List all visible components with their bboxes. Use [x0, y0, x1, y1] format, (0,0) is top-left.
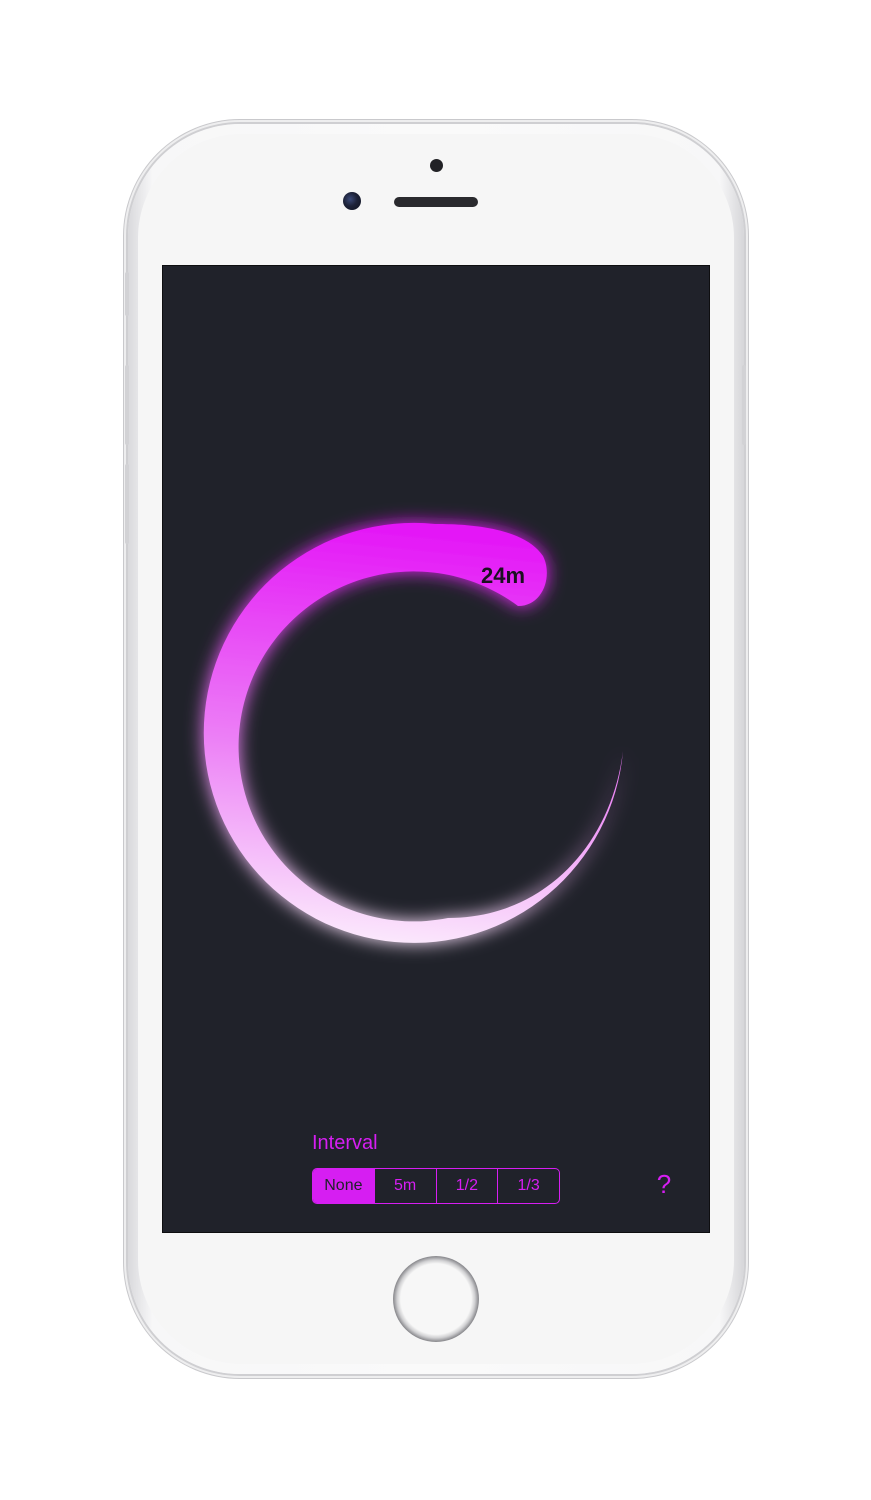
home-button[interactable] [393, 1256, 479, 1342]
timer-remaining-label: 24m [480, 563, 526, 588]
interval-title: Interval [312, 1132, 378, 1154]
app-screen: 24m Interval None 5m 1/2 1/3 ? [162, 265, 710, 1233]
question-mark-icon[interactable]: ? [651, 1169, 677, 1201]
interval-option-5m[interactable]: 5m [373, 1169, 436, 1203]
earpiece-speaker [394, 197, 478, 207]
volume-up-button [125, 365, 129, 445]
interval-segmented-control[interactable]: None 5m 1/2 1/3 [312, 1168, 560, 1204]
proximity-sensor [430, 159, 443, 172]
volume-down-button [125, 464, 129, 544]
interval-option-half[interactable]: 1/2 [435, 1169, 498, 1203]
power-button [742, 365, 746, 445]
mute-switch [125, 272, 129, 316]
timer-ring[interactable] [163, 266, 710, 1233]
interval-option-third[interactable]: 1/3 [497, 1169, 559, 1203]
interval-option-none[interactable]: None [313, 1169, 374, 1203]
timer-ring-arc [203, 522, 623, 943]
front-camera-icon [343, 192, 361, 210]
